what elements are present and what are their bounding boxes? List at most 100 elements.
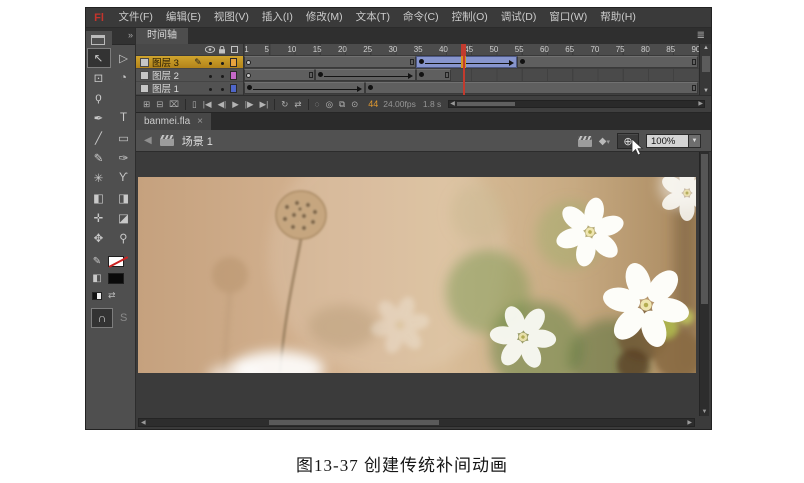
edit-symbol-button[interactable]: ◆▾ [599, 136, 610, 147]
tab-timeline[interactable]: 时间轴 [136, 28, 188, 44]
snap-to-objects-button[interactable]: ∩ [92, 309, 112, 327]
new-folder-icon[interactable]: ⊟ [153, 99, 166, 110]
eraser-tool[interactable]: ◪ [113, 209, 135, 227]
eyedropper-tool[interactable]: ✛ [88, 209, 110, 227]
lasso-tool[interactable]: ϙ [88, 89, 110, 107]
new-layer-icon[interactable]: ⊞ [140, 99, 153, 110]
menu-item[interactable]: 插入(I) [255, 8, 299, 27]
rectangle-tool[interactable]: ▭ [113, 129, 135, 147]
3d-rotation-tool[interactable]: ◔ [113, 69, 135, 87]
back-button[interactable]: ◀ [144, 135, 152, 146]
menu-item[interactable]: 视图(V) [207, 8, 255, 27]
menu-item[interactable]: 帮助(H) [594, 8, 643, 27]
scrollbar-thumb[interactable] [457, 102, 515, 106]
scroll-left-icon[interactable]: ◀ [141, 419, 146, 427]
text-tool[interactable]: T [113, 109, 135, 127]
frame-span[interactable] [244, 82, 365, 94]
frame-span[interactable] [517, 56, 699, 68]
menu-item[interactable]: 命令(C) [397, 8, 446, 27]
menu-item[interactable]: 文件(F) [112, 8, 159, 27]
go-first-frame-icon[interactable]: |◀ [200, 99, 215, 110]
menu-item[interactable]: 文本(T) [349, 8, 396, 27]
step-back-icon[interactable]: ◀| [214, 99, 229, 110]
outline-all-layers-icon[interactable] [228, 46, 240, 53]
loop-icon[interactable]: ↻ [278, 99, 291, 110]
deco-tool[interactable]: ✳ [88, 169, 110, 187]
collapse-panel-icon[interactable]: » [128, 30, 133, 40]
menu-item[interactable]: 编辑(E) [159, 8, 207, 27]
scroll-right-icon[interactable]: ▶ [687, 419, 692, 427]
scroll-right-icon[interactable]: ▶ [698, 100, 703, 107]
flip-frames-icon[interactable]: ⇄ [291, 99, 304, 110]
free-transform-tool[interactable]: ⊡ [88, 69, 110, 87]
modify-markers-icon[interactable]: ⊙ [348, 99, 361, 110]
zoom-tool[interactable]: ⚲ [113, 229, 135, 247]
scroll-up-icon[interactable]: ▲ [700, 45, 712, 51]
menu-item[interactable]: 窗口(W) [543, 8, 594, 27]
go-last-frame-icon[interactable]: ▶| [257, 99, 272, 110]
document-tab[interactable]: banmei.fla × [136, 113, 211, 130]
frame-span[interactable] [244, 69, 315, 81]
layer-row[interactable]: 图层 1 [136, 82, 243, 95]
subselection-tool[interactable]: ▷ [113, 49, 135, 67]
show-hide-all-layers-icon[interactable] [204, 46, 216, 53]
close-document-icon[interactable]: × [197, 113, 203, 130]
timeline-horizontal-scrollbar[interactable]: ◀ ▶ [448, 100, 705, 108]
scrollbar-thumb[interactable] [269, 420, 439, 425]
scroll-down-icon[interactable]: ▼ [700, 409, 709, 415]
layer-frames-row[interactable] [244, 56, 699, 69]
stage-horizontal-scrollbar[interactable]: ◀ ▶ [138, 418, 695, 427]
menu-item[interactable]: 调试(D) [494, 8, 543, 27]
scrollbar-thumb[interactable] [701, 154, 708, 304]
pencil-tool[interactable]: ✎ [88, 149, 110, 167]
frame-span[interactable] [416, 56, 517, 68]
center-frame-icon[interactable]: ▯ [189, 99, 200, 110]
panel-menu-icon[interactable]: ≣ [697, 30, 705, 41]
ink-bottle-tool[interactable]: ◨ [113, 189, 135, 207]
tools-panel-tab[interactable] [86, 31, 112, 45]
stage-photo-banner[interactable] [138, 177, 696, 373]
frame-span[interactable] [416, 69, 451, 81]
layer-visible-dot[interactable] [204, 56, 216, 68]
frame-span[interactable] [244, 56, 416, 68]
stroke-color-swatch[interactable] [108, 256, 124, 267]
zoom-level-select[interactable]: 100% ▼ [646, 134, 701, 148]
scene-name[interactable]: 场景 1 [182, 133, 213, 149]
stage-vertical-scrollbar[interactable]: ▼ [699, 152, 709, 416]
step-forward-icon[interactable]: |▶ [242, 99, 257, 110]
brush-tool[interactable]: ✑ [113, 149, 135, 167]
layer-visible-dot[interactable] [204, 82, 216, 94]
fill-color-swatch[interactable] [108, 273, 124, 284]
tool-option-icon[interactable]: S [120, 312, 127, 324]
hand-tool[interactable]: ✥ [88, 229, 110, 247]
paint-bucket-tool[interactable]: ◧ [88, 189, 110, 207]
layer-frames-row[interactable] [244, 82, 699, 95]
line-tool[interactable]: ╱ [88, 129, 110, 147]
scrollbar-thumb[interactable] [702, 56, 710, 72]
play-icon[interactable]: ▶ [229, 99, 242, 110]
layer-visible-dot[interactable] [204, 69, 216, 81]
bone-tool[interactable]: Ƴ [113, 169, 135, 187]
menu-item[interactable]: 控制(O) [445, 8, 494, 27]
onion-outline-icon[interactable]: ◎ [323, 99, 336, 110]
default-colors-button[interactable] [92, 292, 102, 300]
layer-lock-dot[interactable] [216, 82, 228, 94]
frame-span[interactable] [315, 69, 416, 81]
delete-layer-icon[interactable]: ⌧ [166, 99, 182, 110]
swap-colors-button[interactable]: ⇄ [108, 290, 116, 301]
onion-skin-icon[interactable]: ◌ [312, 99, 323, 109]
selection-tool[interactable]: ↖ [88, 49, 110, 67]
edit-multiple-frames-icon[interactable]: ⧉ [336, 99, 348, 110]
layer-lock-dot[interactable] [216, 56, 228, 68]
edit-scene-button[interactable] [578, 136, 592, 147]
lock-all-layers-icon[interactable] [216, 46, 228, 54]
scroll-left-icon[interactable]: ◀ [450, 100, 455, 107]
menu-item[interactable]: 修改(M) [299, 8, 349, 27]
timeline-ruler[interactable]: 151015202530354045505560657075808590 [244, 44, 699, 56]
stage-area[interactable]: ◀ ▶ ▼ [136, 152, 711, 429]
layer-lock-dot[interactable] [216, 69, 228, 81]
playhead-line[interactable] [463, 55, 465, 95]
frame-span[interactable] [365, 82, 698, 94]
pen-tool[interactable]: ✒ [88, 109, 110, 127]
layer-frames-row[interactable] [244, 69, 699, 82]
